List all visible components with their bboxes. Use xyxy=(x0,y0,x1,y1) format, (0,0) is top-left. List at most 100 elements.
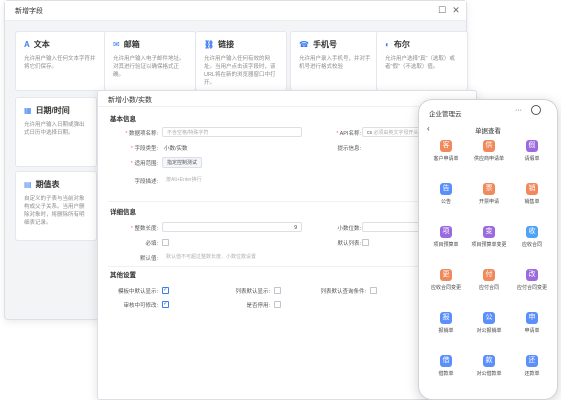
card-header: A 文本 xyxy=(24,39,98,50)
doc-grid-item[interactable]: 公对公报销单 xyxy=(468,309,510,339)
doc-grid-item[interactable]: 收应收合同 xyxy=(511,223,553,253)
default-display-checkbox[interactable] xyxy=(362,239,369,246)
doc-type-icon: 销 xyxy=(526,183,538,195)
doc-grid-item[interactable]: 改应付合同变更 xyxy=(511,266,553,296)
length-label: * 整数长度: xyxy=(130,226,158,232)
doc-grid-item[interactable]: 票开票申请 xyxy=(468,180,510,210)
doc-grid-item[interactable]: 变项目预算单变更 xyxy=(468,223,510,253)
card-description: 允许用户输入任何文本字符并将它们保存。 xyxy=(24,56,96,70)
hide-list-checkbox[interactable]: ✓ xyxy=(162,287,169,294)
doc-grid-item[interactable]: 付应付合同 xyxy=(468,266,510,296)
doc-grid-item[interactable]: 更应收合同变更 xyxy=(425,266,467,296)
doc-type-icon: 公 xyxy=(483,312,495,324)
doc-grid-item[interactable]: 供供应商申请单 xyxy=(468,137,510,167)
audit-edit-checkbox[interactable]: ✓ xyxy=(162,301,169,308)
name-label: * 数据项名称: xyxy=(125,131,158,137)
type-value: 小数/实数 xyxy=(164,146,188,152)
field-type-card[interactable]: ⛓ 链接允许用户输入任何有效的网址。当用户点击该字段时，该URL将在新的浏览器窗口… xyxy=(195,31,287,91)
card-header: ✉ 邮箱 xyxy=(113,39,187,50)
close-mini-icon[interactable] xyxy=(531,105,541,115)
card-header: ▦ 日期/时间 xyxy=(24,105,88,116)
doc-grid-item[interactable]: 报报销单 xyxy=(425,309,467,339)
card-description: 自定义的子表与当前对象构成父子关系。当用户删除对象时，将删除所有明细表记录。 xyxy=(24,196,85,226)
calendar-icon: ▦ xyxy=(24,106,32,115)
enable-checkbox[interactable] xyxy=(274,301,281,308)
field-type-card[interactable]: ☎ 手机号允许用户录入手机号，并对手机号进行格式校验 xyxy=(290,31,382,91)
window-title: 新增字段 xyxy=(15,8,43,15)
list-default-label: 列表默认显示: xyxy=(235,289,270,295)
decimals-label: 小数位数: xyxy=(337,226,361,232)
field-type-card[interactable]: ▦ 日期/时间 允许用户输入日期或弹出式日历中选择日期。 xyxy=(15,97,97,167)
card-header: ⛓ 链接 xyxy=(204,39,278,50)
card-title: 链接 xyxy=(218,40,235,49)
app-title: 企业管理云 xyxy=(429,111,462,118)
enable-label: 是否停用: xyxy=(246,303,270,309)
doc-grid-label: 报销单 xyxy=(438,328,454,334)
card-description: 允许用户选择"真"（选取）或者"假"（不选取）值。 xyxy=(385,56,455,70)
doc-grid-label: 公告 xyxy=(440,199,451,205)
hide-list-label: 模板中默认显示: xyxy=(117,289,158,295)
card-description: 允许用户输入任何有效的网址。当用户点击该字段时，该URL将在新的浏览器窗口中打开… xyxy=(204,56,276,86)
search-cond-label: 列表默认查询条件: xyxy=(320,289,366,295)
doc-grid-label: 应收合同 xyxy=(521,242,542,248)
doc-grid-item[interactable]: 还还款单 xyxy=(511,352,553,382)
more-icon[interactable]: ··· xyxy=(515,107,522,114)
doc-type-icon: 借 xyxy=(440,355,452,367)
required-checkbox[interactable] xyxy=(162,239,169,246)
boolean-icon: ◐ xyxy=(385,40,390,49)
doc-type-icon: 票 xyxy=(483,183,495,195)
doc-grid-item[interactable]: 客客户申请单 xyxy=(425,137,467,167)
card-header: ☎ 手机号 xyxy=(299,39,373,50)
doc-type-icon: 款 xyxy=(483,355,495,367)
doc-grid-label: 借款单 xyxy=(438,371,454,377)
mobile-app-preview: 企业管理云 ··· ‹ 单据查看 客客户申请单供供应商申请单假请假单告公告票开票… xyxy=(418,99,558,400)
doc-type-icon: 变 xyxy=(483,226,495,238)
card-description: 允许用户输入日期或弹出式日历中选择日期。 xyxy=(24,122,85,136)
doc-grid-label: 还款单 xyxy=(524,371,540,377)
card-title: 日期/时间 xyxy=(35,106,70,115)
detail-info-heading: 详细信息 xyxy=(110,209,136,216)
field-type-card[interactable]: ◐ 布尔允许用户选择"真"（选取）或者"假"（不选取）值。 xyxy=(376,31,468,91)
doc-grid-label: 应付合同 xyxy=(478,285,499,291)
length-input[interactable]: 9 xyxy=(162,222,302,232)
doc-grid-item[interactable]: 申申请单 xyxy=(511,309,553,339)
card-header: ▤ 期值表 xyxy=(24,179,88,190)
doc-grid-label: 供应商申请单 xyxy=(473,156,504,162)
doc-type-icon: 更 xyxy=(440,269,452,281)
doc-grid-label: 应付合同变更 xyxy=(516,285,547,291)
card-description: 允许用户输入电子邮件地址。对其进行验证以确保格式正确。 xyxy=(113,56,185,78)
phone-icon: ☎ xyxy=(299,40,309,49)
scope-tag[interactable]: 指定控制测试 xyxy=(162,157,203,168)
doc-grid-label: 对公借款单 xyxy=(476,371,502,377)
type-label: * 字段类型: xyxy=(130,146,158,152)
doc-grid-item[interactable]: 借借款单 xyxy=(425,352,467,382)
doc-grid-item[interactable]: 销销售单 xyxy=(511,180,553,210)
maximize-icon[interactable]: ☐ xyxy=(436,4,448,16)
doc-type-icon: 客 xyxy=(440,140,452,152)
required-label: 必填: xyxy=(145,241,158,247)
doc-type-icon: 付 xyxy=(483,269,495,281)
doc-type-icon: 申 xyxy=(526,312,538,324)
doc-grid-label: 项目预算单变更 xyxy=(471,242,507,248)
card-description: 允许用户录入手机号，并对手机号进行格式校验 xyxy=(299,56,371,70)
doc-grid-label: 应收合同变更 xyxy=(430,285,461,291)
default-value-label: 默认值: xyxy=(139,256,158,262)
window-titlebar: 新增字段 ☐ ✕ xyxy=(5,1,466,21)
text-icon: A xyxy=(24,40,30,49)
field-type-card[interactable]: ✉ 邮箱允许用户输入电子邮件地址。对其进行验证以确保格式正确。 xyxy=(104,31,196,91)
search-cond-checkbox[interactable] xyxy=(370,287,377,294)
doc-grid-item[interactable]: 假请假单 xyxy=(511,137,553,167)
name-input[interactable]: 不含空格/特殊字符 xyxy=(162,127,302,137)
doc-grid-item[interactable]: 告公告 xyxy=(425,180,467,210)
doc-type-icon: 改 xyxy=(526,269,538,281)
doc-grid-item[interactable]: 款对公借款单 xyxy=(468,352,510,382)
card-title: 布尔 xyxy=(393,40,410,49)
field-type-card[interactable]: ▤ 期值表自定义的子表与当前对象构成父子关系。当用户删除对象时，将删除所有明细表记… xyxy=(15,171,97,241)
link-icon: ⛓ xyxy=(204,40,215,49)
list-default-checkbox[interactable] xyxy=(274,287,281,294)
doc-grid-item[interactable]: 项项目预算单 xyxy=(425,223,467,253)
mail-icon: ✉ xyxy=(113,40,120,49)
other-settings-heading: 其他设置 xyxy=(110,272,136,279)
close-icon[interactable]: ✕ xyxy=(450,4,462,16)
field-type-card[interactable]: A 文本允许用户输入任何文本字符并将它们保存。 xyxy=(15,31,107,91)
